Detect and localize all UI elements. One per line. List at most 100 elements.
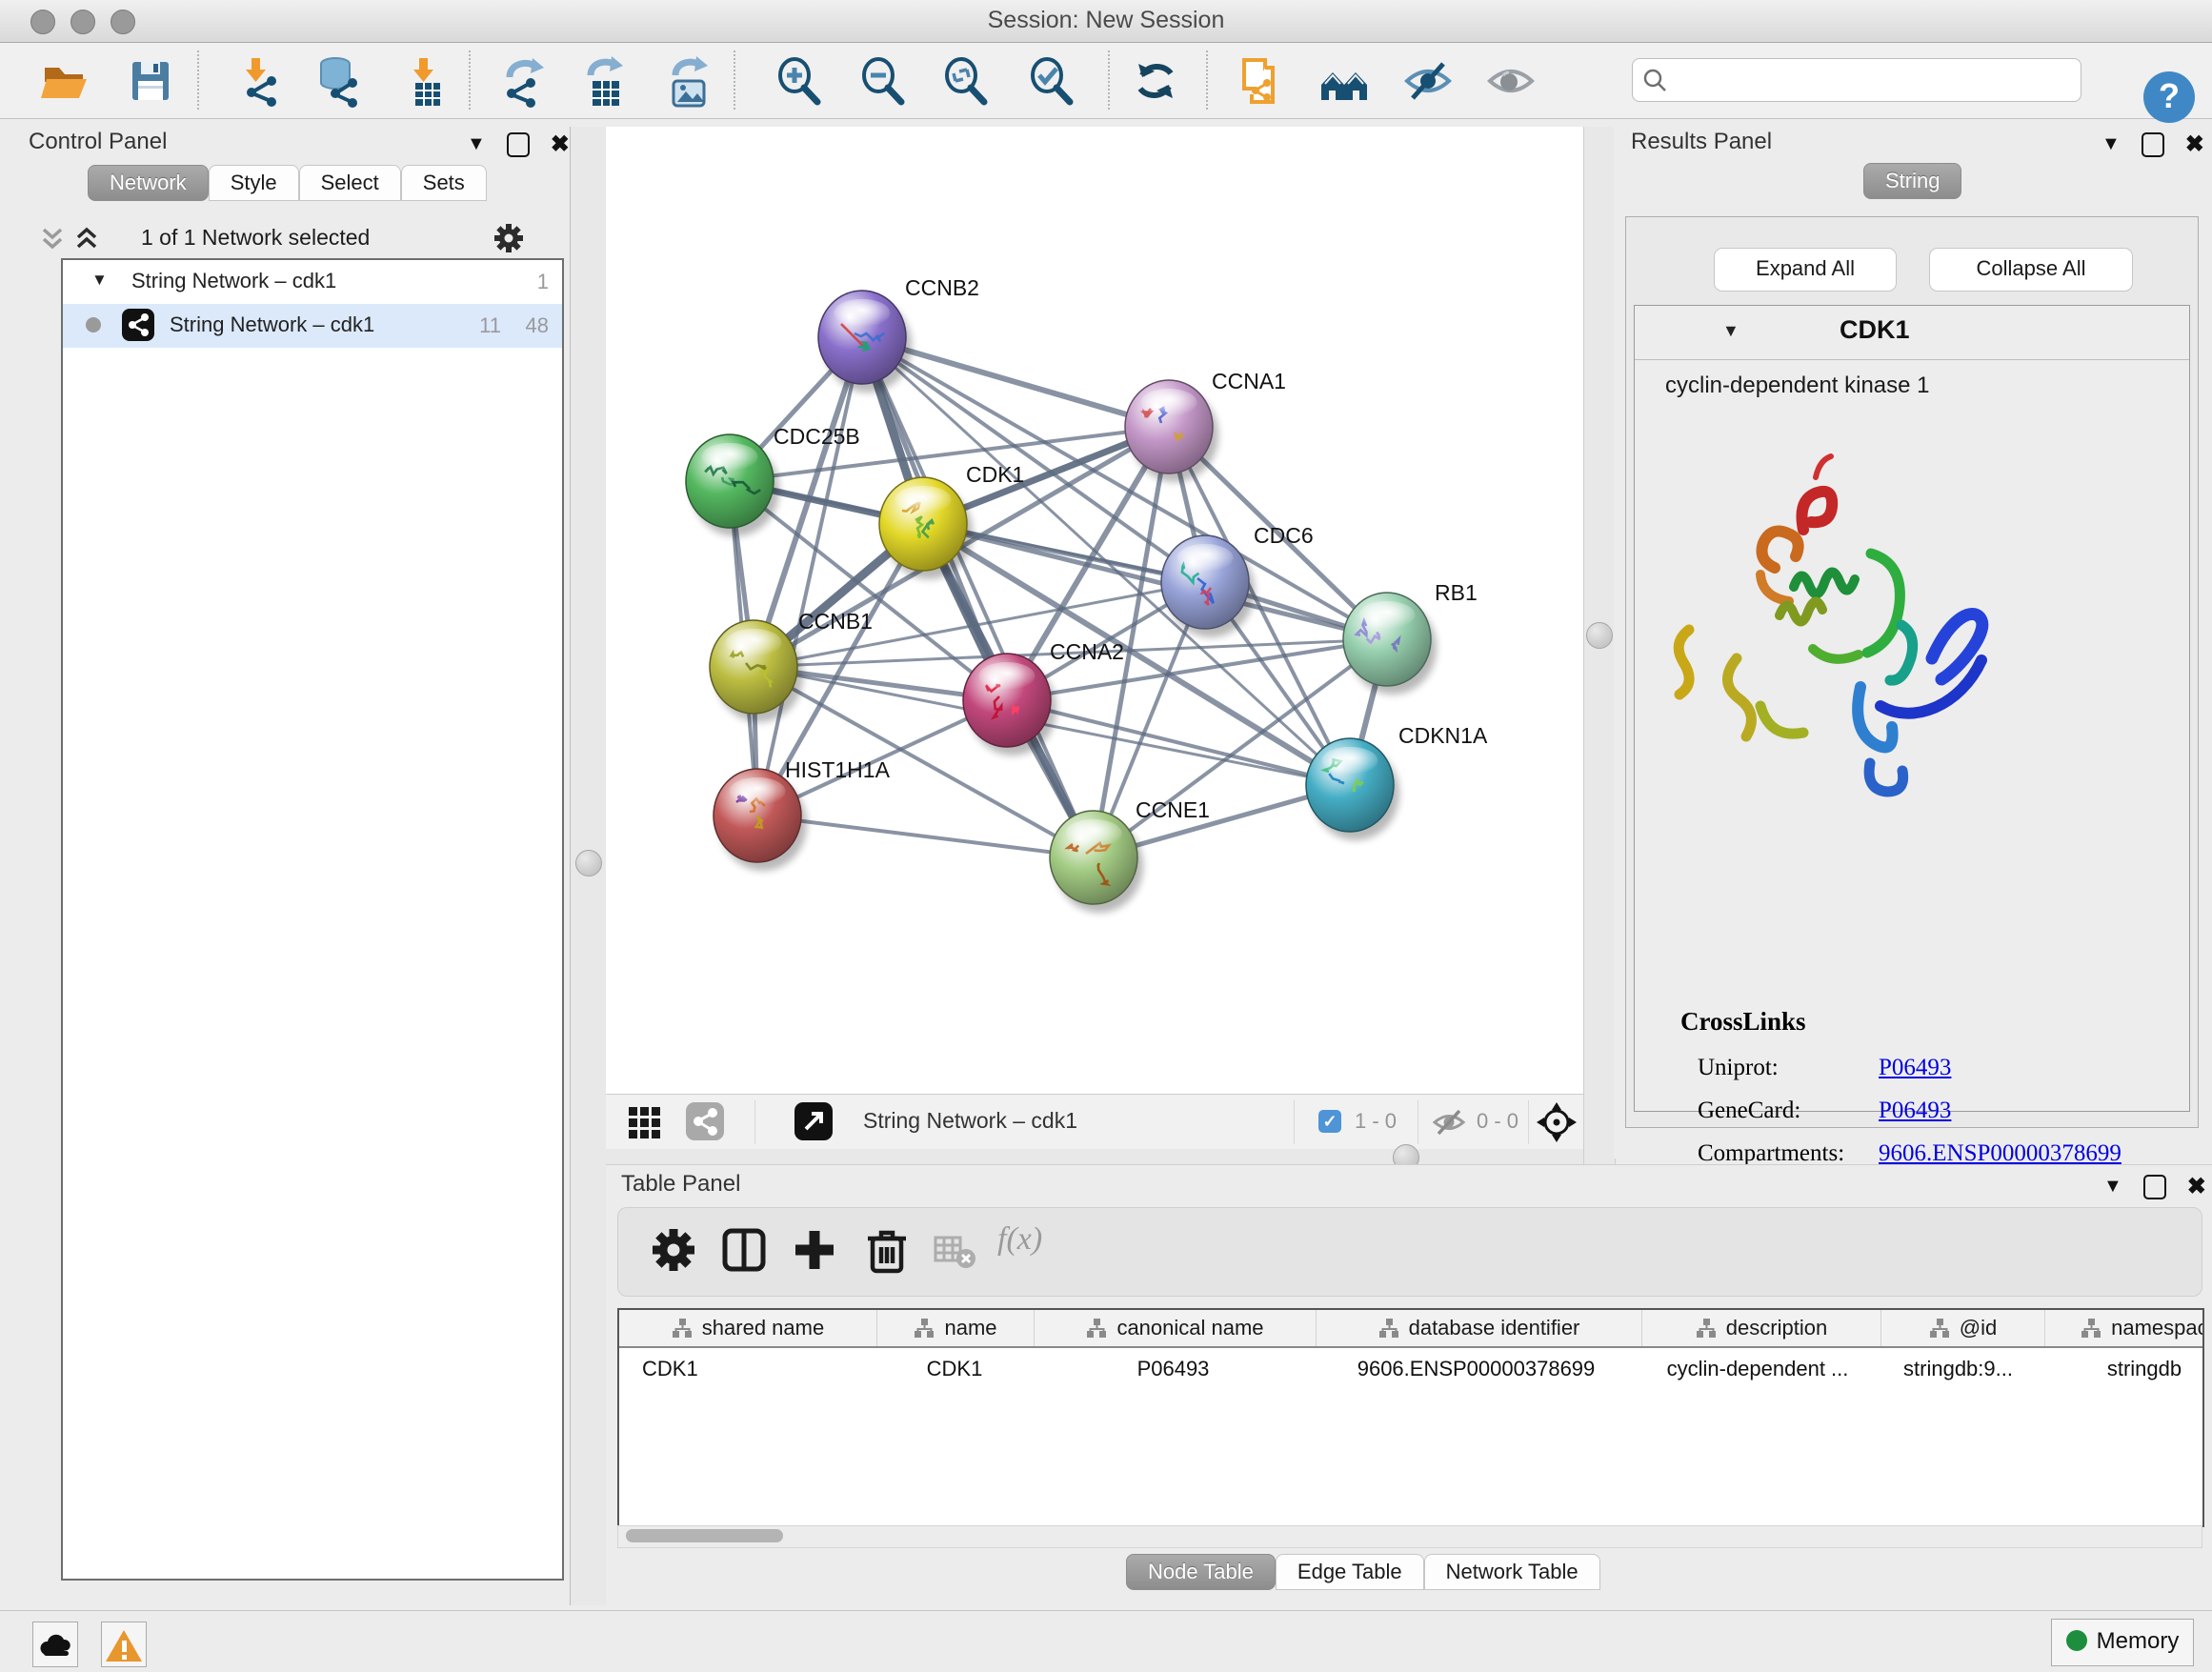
- protein-section-header[interactable]: ▼ CDK1: [1635, 306, 2189, 360]
- string-network-graph[interactable]: CCNB2 CCNA1 CDC25B CDK1 CDC6 R: [606, 127, 1583, 1094]
- table-cell[interactable]: stringdb:9...: [1877, 1348, 2040, 1390]
- table-cell[interactable]: P06493: [1033, 1348, 1314, 1390]
- expand-all-button[interactable]: Expand All: [1714, 248, 1897, 292]
- network-collection-row[interactable]: ▼ String Network – cdk1 1: [63, 260, 562, 304]
- table-panel-close-icon[interactable]: ✖: [2187, 1173, 2206, 1200]
- hidden-eye-slash-icon[interactable]: [1431, 1106, 1467, 1138]
- control-panel-collapse-icon[interactable]: ▼: [467, 133, 486, 155]
- network-node[interactable]: HIST1H1A: [714, 757, 891, 871]
- tab-node-table[interactable]: Node Table: [1126, 1554, 1276, 1590]
- splitter-handle[interactable]: [575, 850, 602, 876]
- network-node[interactable]: CDC25B: [686, 424, 860, 536]
- table-cell[interactable]: CDK1: [619, 1348, 876, 1390]
- memory-button[interactable]: Memory: [2051, 1619, 2194, 1666]
- collapse-all-button[interactable]: Collapse All: [1929, 248, 2133, 292]
- column-header[interactable]: canonical name: [1035, 1310, 1317, 1346]
- table-row[interactable]: CDK1CDK1P064939606.ENSP00000378699cyclin…: [619, 1348, 2204, 1390]
- table-panel-float-icon[interactable]: [2143, 1175, 2166, 1199]
- first-neighbors-houses-icon[interactable]: [1317, 54, 1371, 108]
- refresh-icon[interactable]: [1129, 54, 1182, 108]
- control-panel-float-icon[interactable]: [507, 132, 530, 157]
- zoom-selected-icon[interactable]: [1024, 54, 1077, 108]
- tab-network[interactable]: Network: [88, 165, 209, 201]
- results-panel-close-icon[interactable]: ✖: [2185, 131, 2204, 158]
- search-input[interactable]: [1675, 61, 2074, 97]
- network-node[interactable]: CDC6: [1161, 523, 1314, 637]
- zoom-out-icon[interactable]: [855, 54, 909, 108]
- table-hscrollbar[interactable]: [617, 1525, 2202, 1548]
- network-row-selected[interactable]: String Network – cdk1 11 48: [63, 304, 562, 348]
- tab-style[interactable]: Style: [209, 165, 299, 201]
- column-header[interactable]: namespace: [2045, 1310, 2204, 1346]
- network-edge[interactable]: [862, 337, 1094, 857]
- crosslinks-title: CrossLinks: [1680, 1007, 1806, 1037]
- network-node[interactable]: CCNB2: [818, 275, 979, 393]
- splitter-handle[interactable]: [1586, 622, 1613, 649]
- network-node[interactable]: CDKN1A: [1306, 723, 1488, 840]
- export-network-icon[interactable]: [496, 54, 550, 108]
- control-panel-close-icon[interactable]: ✖: [551, 131, 570, 158]
- network-row-label: String Network – cdk1: [170, 312, 374, 337]
- table-cell[interactable]: stringdb: [2040, 1348, 2204, 1390]
- import-network-file-icon[interactable]: [231, 54, 284, 108]
- cloud-button[interactable]: [32, 1622, 78, 1667]
- table-cell[interactable]: CDK1: [876, 1348, 1033, 1390]
- network-node[interactable]: CCNA1: [1125, 369, 1286, 482]
- zoom-in-icon[interactable]: [772, 54, 825, 108]
- network-edge[interactable]: [757, 816, 1094, 857]
- column-header[interactable]: description: [1642, 1310, 1881, 1346]
- string-view-icon[interactable]: [686, 1102, 724, 1140]
- tab-select[interactable]: Select: [299, 165, 401, 201]
- export-table-icon[interactable]: [577, 54, 631, 108]
- results-panel-float-icon[interactable]: [2142, 132, 2164, 157]
- expand-all-icon[interactable]: [72, 225, 101, 253]
- fit-content-crosshair-icon[interactable]: [1536, 1101, 1578, 1143]
- import-network-database-icon[interactable]: [311, 54, 364, 108]
- collection-expand-icon[interactable]: ▼: [91, 271, 108, 290]
- zoom-fit-icon[interactable]: [938, 54, 992, 108]
- table-options-gear-icon[interactable]: [649, 1225, 698, 1275]
- tab-network-table[interactable]: Network Table: [1424, 1554, 1600, 1590]
- show-all-eye-icon[interactable]: [1484, 54, 1538, 108]
- tab-string[interactable]: String: [1863, 163, 1961, 199]
- open-session-icon[interactable]: [37, 54, 90, 108]
- tab-edge-table[interactable]: Edge Table: [1276, 1554, 1424, 1590]
- delete-column-trash-icon[interactable]: [862, 1225, 912, 1275]
- column-header[interactable]: name: [877, 1310, 1035, 1346]
- crosslink-link[interactable]: P06493: [1879, 1055, 1951, 1081]
- crosslink-link[interactable]: P06493: [1879, 1098, 1951, 1124]
- import-table-icon[interactable]: [398, 54, 452, 108]
- collapse-all-icon[interactable]: [38, 225, 67, 253]
- section-collapse-icon[interactable]: ▼: [1722, 321, 1739, 341]
- table-cell[interactable]: cyclin-dependent ...: [1639, 1348, 1877, 1390]
- network-list: ▼ String Network – cdk1 1 String Network…: [61, 258, 564, 1581]
- help-icon[interactable]: ?: [2143, 71, 2195, 123]
- column-header[interactable]: shared name: [619, 1310, 877, 1346]
- table-cell[interactable]: 9606.ENSP00000378699: [1314, 1348, 1639, 1390]
- network-from-clipboard-icon[interactable]: [1233, 54, 1286, 108]
- warning-button[interactable]: [101, 1622, 147, 1667]
- open-in-window-icon[interactable]: [794, 1102, 833, 1140]
- save-session-icon[interactable]: [123, 54, 176, 108]
- network-canvas[interactable]: CCNB2 CCNA1 CDC25B CDK1 CDC6 R: [606, 127, 1583, 1094]
- network-edge[interactable]: [757, 337, 862, 816]
- crosslink-link[interactable]: 9606.ENSP00000378699: [1879, 1140, 2122, 1167]
- horizontal-splitter[interactable]: [606, 1149, 1583, 1164]
- scrollbar-thumb[interactable]: [626, 1529, 783, 1542]
- network-node[interactable]: CCNB1: [710, 609, 873, 722]
- table-panel-collapse-icon[interactable]: ▼: [2103, 1176, 2122, 1198]
- create-column-plus-icon[interactable]: [790, 1225, 839, 1275]
- column-header[interactable]: @id: [1881, 1310, 2045, 1346]
- network-options-gear-icon[interactable]: [492, 221, 526, 255]
- hide-selected-eye-icon[interactable]: [1401, 54, 1455, 108]
- export-image-icon[interactable]: [662, 54, 715, 108]
- column-header-label: shared name: [702, 1316, 824, 1340]
- table-toolbar: f(x): [617, 1207, 2202, 1297]
- tab-sets[interactable]: Sets: [401, 165, 487, 201]
- network-node[interactable]: RB1: [1343, 580, 1478, 695]
- results-panel-collapse-icon[interactable]: ▼: [2101, 133, 2121, 155]
- birds-eye-grid-icon[interactable]: [627, 1105, 661, 1139]
- show-columns-icon[interactable]: [719, 1225, 769, 1275]
- column-header[interactable]: database identifier: [1317, 1310, 1642, 1346]
- selected-checkbox-icon[interactable]: ✓: [1318, 1110, 1341, 1133]
